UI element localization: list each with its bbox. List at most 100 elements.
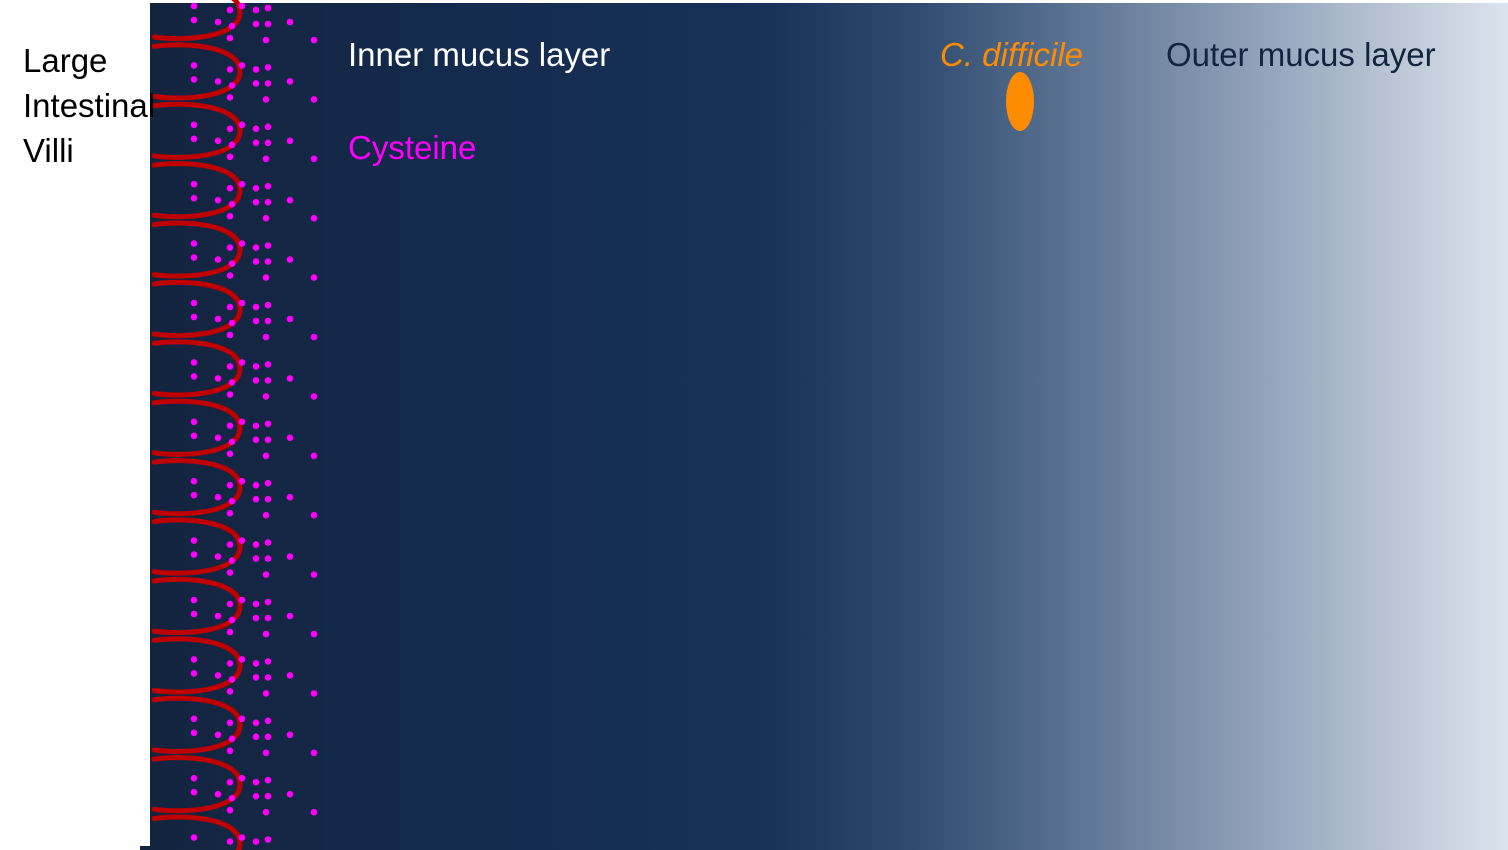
- cysteine-dot-icon: [190, 299, 198, 307]
- cysteine-dot-icon: [262, 630, 270, 638]
- cysteine-dot-icon: [264, 301, 272, 309]
- cysteine-dot-icon: [228, 260, 236, 267]
- cysteine-dot-icon: [310, 511, 318, 519]
- cysteine-dot-icon: [264, 733, 272, 741]
- cysteine-dot-icon: [252, 303, 260, 311]
- cysteine-dot-icon: [264, 139, 272, 147]
- c-difficile-cell-icon: [1006, 72, 1034, 131]
- cysteine-label: Cysteine: [348, 129, 477, 166]
- cysteine-dot-icon: [252, 377, 260, 384]
- cysteine-dot-icon: [226, 6, 234, 14]
- villus-loop-icon: [151, 101, 243, 160]
- cysteine-dot-icon: [226, 303, 234, 311]
- cysteine-dot-icon: [190, 610, 198, 618]
- cysteine-dot-icon: [262, 808, 270, 816]
- cysteine-dot-icon: [262, 690, 270, 697]
- cysteine-dot-icon: [228, 438, 236, 446]
- cysteine-dot-icon: [310, 36, 318, 44]
- cysteine-dot-icon: [228, 735, 236, 743]
- cysteine-dot-icon: [286, 375, 294, 382]
- cysteine-dot-icon: [286, 612, 294, 620]
- villus-loop-icon: [151, 814, 243, 850]
- cysteine-dot-icon: [252, 258, 260, 265]
- cysteine-dot-icon: [190, 76, 198, 83]
- cysteine-dot-icon: [190, 477, 198, 485]
- cysteine-dot-icon: [286, 137, 294, 145]
- cysteine-dot-icon: [264, 598, 272, 606]
- cysteine-dot-icon: [190, 62, 198, 69]
- cysteine-dot-icon: [214, 790, 222, 798]
- cysteine-dot-icon: [226, 719, 234, 727]
- cysteine-dot-icon: [252, 244, 260, 251]
- cysteine-dot-icon: [286, 790, 294, 798]
- cysteine-dot-icon: [226, 600, 234, 608]
- cysteine-dot-icon: [252, 660, 260, 667]
- cysteine-dot-icon: [252, 80, 260, 87]
- cysteine-dot-icon: [190, 596, 198, 604]
- cysteine-dot-icon: [228, 319, 236, 327]
- cysteine-dot-icon: [226, 569, 234, 576]
- cysteine-dot-icon: [252, 139, 260, 147]
- cysteine-dot-icon: [264, 198, 272, 206]
- cysteine-dot-icon: [226, 660, 234, 667]
- cysteine-dot-icon: [252, 125, 260, 133]
- cysteine-dot-icon: [264, 420, 272, 428]
- cysteine-dot-icon: [214, 434, 222, 442]
- cysteine-dot-icon: [264, 495, 272, 503]
- cysteine-dot-icon: [310, 274, 318, 281]
- villus-loop-icon: [151, 220, 243, 279]
- cysteine-dot-icon: [226, 66, 234, 73]
- cysteine-dot-icon: [238, 121, 246, 129]
- cysteine-dot-icon: [228, 794, 236, 802]
- cysteine-dot-icon: [226, 838, 234, 845]
- cysteine-dot-icon: [190, 373, 198, 380]
- cysteine-dot-icon: [252, 555, 260, 562]
- cysteine-dot-icon: [226, 331, 234, 339]
- cysteine-dot-icon: [190, 656, 198, 663]
- cysteine-dot-icon: [190, 432, 198, 440]
- cysteine-dot-icon: [190, 135, 198, 143]
- cysteine-dot-icon: [226, 272, 234, 279]
- cysteine-dot-icon: [262, 96, 270, 103]
- cysteine-dot-icon: [252, 541, 260, 548]
- cysteine-dot-icon: [226, 184, 234, 192]
- villi-and-cysteine-layer: [140, 0, 318, 850]
- cysteine-dot-icon: [190, 834, 198, 841]
- cysteine-dot-icon: [190, 418, 198, 426]
- cysteine-dot-icon: [264, 479, 272, 487]
- cysteine-dot-icon: [264, 4, 272, 12]
- cysteine-dot-icon: [264, 80, 272, 87]
- cysteine-dot-icon: [252, 198, 260, 206]
- cysteine-dot-icon: [226, 481, 234, 489]
- villus-loop-icon: [151, 576, 243, 636]
- outer-mucus-layer-label: Outer mucus layer: [1166, 36, 1436, 73]
- cysteine-dot-icon: [190, 194, 198, 202]
- cysteine-dot-icon: [228, 200, 236, 208]
- cysteine-dot-icon: [226, 363, 234, 370]
- villus-loop-icon: [151, 279, 243, 339]
- cysteine-dot-icon: [264, 555, 272, 562]
- cysteine-dot-icon: [286, 196, 294, 204]
- cysteine-dot-icon: [226, 747, 234, 755]
- cysteine-dot-icon: [310, 749, 318, 757]
- cysteine-dot-icon: [310, 571, 318, 578]
- cysteine-dot-icon: [252, 838, 260, 845]
- villus-loop-icon: [151, 458, 243, 517]
- cysteine-dot-icon: [310, 690, 318, 697]
- cysteine-dot-icon: [264, 64, 272, 71]
- cysteine-dot-icon: [264, 836, 272, 843]
- cysteine-dot-icon: [252, 436, 260, 444]
- cysteine-dot-icon: [226, 34, 234, 42]
- cysteine-dot-icon: [238, 715, 246, 723]
- cysteine-dot-icon: [252, 66, 260, 73]
- cysteine-dot-icon: [238, 596, 246, 604]
- cysteine-dot-icon: [310, 393, 318, 400]
- cysteine-dot-icon: [262, 214, 270, 222]
- baseline-mark: [140, 846, 160, 850]
- cysteine-dot-icon: [226, 391, 234, 398]
- cysteine-dot-icon: [262, 452, 270, 460]
- cysteine-dot-icon: [226, 688, 234, 695]
- cysteine-dot-icon: [226, 153, 234, 161]
- cysteine-dot-icon: [214, 731, 222, 739]
- cysteine-dot-icon: [264, 361, 272, 368]
